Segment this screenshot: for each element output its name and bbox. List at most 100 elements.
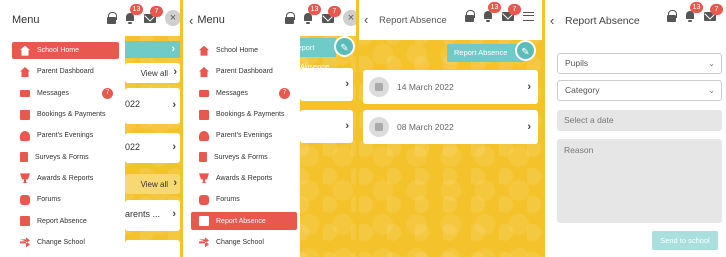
header-icons: 13 7 × [285,4,356,26]
page-title: Report Absence [379,15,447,26]
date-input[interactable]: Select a date [557,110,722,131]
lock-icon[interactable] [285,12,295,24]
menu-item-parent-dashboard[interactable]: Parent Dashboard [0,61,125,82]
list-item[interactable]: 022 › [125,133,180,163]
chevron-down-icon: ⌄ [708,86,715,95]
chevron-right-icon: › [171,43,175,55]
menu-item-school-home[interactable]: School Home [0,40,125,61]
menu-item-surveys-forms[interactable]: Surveys & Forms [183,146,300,167]
messages-badge: 7 [328,5,341,17]
menu-item-awards-reports[interactable]: Awards & Reports [0,168,125,189]
menu-item-label: Change School [37,238,85,246]
view-all-link[interactable]: View all [141,69,168,78]
menu-item-report-absence[interactable]: Report Absence [183,210,300,231]
menu-item-bookings-payments[interactable]: Bookings & Payments [183,104,300,125]
item-title-text: arents ... [125,209,161,219]
report-absence-button[interactable]: Report Absence [447,44,525,62]
menu-item-messages[interactable]: Messages 7 [183,83,300,104]
absence-date-card[interactable]: 14 March 2022 › [363,70,538,104]
messages-button[interactable]: 7 [502,3,521,21]
messages-badge: 7 [150,5,163,17]
date-card[interactable]: › [300,68,353,101]
menu-item-messages[interactable]: Messages 7 [0,83,125,104]
menu-item-forums[interactable]: Forums [0,189,125,210]
menu-drawer: ‹ Menu School Home Parent Dashboard Mess… [183,0,300,257]
report-absence-button[interactable]: Report Absence [292,38,336,71]
hamburger-menu-icon[interactable] [523,11,534,21]
mail-icon [20,89,30,97]
shuffle-icon [199,237,209,248]
menu-item-bookings-payments[interactable]: Bookings & Payments [0,104,125,125]
absence-date: 08 March 2022 [397,122,454,132]
notifications-button[interactable]: 13 [303,4,321,24]
edit-fab[interactable]: ✎ [334,36,355,57]
absence-date-card[interactable]: 08 March 2022 › [363,110,538,144]
page-title: Report Absence [565,15,640,27]
drawer-header: ‹ Menu [183,0,300,40]
absence-date: 14 March 2022 [397,82,454,92]
lock-icon[interactable] [667,10,677,22]
list-item[interactable]: arents ... › [125,200,180,231]
menu-list: School Home Parent Dashboard Messages 7 B… [183,40,300,253]
send-to-school-button[interactable]: Send to school [652,231,718,250]
messages-button[interactable]: 7 [322,5,341,23]
report-absence-form-screen: ‹ Report Absence 13 7 Pupils ⌄ Category … [545,0,726,257]
list-item[interactable] [125,240,180,257]
menu-item-change-school[interactable]: Change School [0,232,125,253]
menu-item-surveys-forms[interactable]: Surveys & Forms [0,146,125,167]
house-icon [20,45,30,56]
notifications-button[interactable]: 13 [685,2,703,22]
top-bar: ‹ Report Absence 13 7 [545,0,726,40]
messages-count-badge: 7 [102,87,113,99]
messages-count-badge: 7 [279,87,290,99]
back-icon[interactable]: ‹ [550,13,554,28]
menu-item-forums[interactable]: Forums [183,189,300,210]
menu-item-parents-evenings[interactable]: Parent's Evenings [183,125,300,146]
menu-item-label: Report Absence [216,217,266,225]
menu-item-label: Awards & Reports [216,174,273,182]
category-select[interactable]: Category ⌄ [557,80,722,101]
people-icon [199,130,209,141]
teal-banner[interactable]: › [125,41,180,58]
close-icon[interactable]: × [165,10,180,26]
chevron-right-icon: › [173,177,177,189]
close-icon[interactable]: × [343,10,356,26]
back-icon[interactable]: ‹ [364,12,368,27]
menu-item-label: Surveys & Forms [214,153,268,161]
lock-icon[interactable] [465,10,475,22]
calendar-icon [369,117,389,137]
lock-icon[interactable] [107,12,117,24]
menu-item-school-home[interactable]: School Home [183,40,300,61]
menu-item-label: Parent's Evenings [37,132,94,140]
edit-fab[interactable]: ✎ [515,40,536,61]
pupils-select[interactable]: Pupils ⌄ [557,53,722,74]
header-icons: 13 7 [667,2,723,22]
list-item[interactable]: 022 › [125,88,180,124]
date-card[interactable]: › [300,110,353,143]
menu-item-label: Bookings & Payments [216,111,285,119]
menu-item-awards-reports[interactable]: Awards & Reports [183,168,300,189]
menu-item-change-school[interactable]: Change School [183,232,300,253]
menu-item-report-absence[interactable]: Report Absence [0,210,125,231]
reason-textarea[interactable]: Reason [557,139,722,223]
menu-item-label: Forums [37,196,61,204]
notifications-badge: 13 [690,2,703,13]
notifications-button[interactable]: 13 [483,2,501,22]
back-icon[interactable]: ‹ [189,13,193,28]
chevron-right-icon: › [345,120,349,132]
house-icon [20,66,30,77]
menu-item-parent-dashboard[interactable]: Parent Dashboard [183,61,300,82]
messages-button[interactable]: 7 [144,5,163,23]
notifications-button[interactable]: 13 [125,4,143,24]
menu-item-label: Awards & Reports [37,174,94,182]
menu-item-label: Report Absence [37,217,87,225]
menu-screen-1: › View all › 022 › 022 › View all › aren… [0,0,180,257]
menu-drawer: Menu School Home Parent Dashboard Messag… [0,0,125,257]
messages-button[interactable]: 7 [704,3,723,21]
view-all-link[interactable]: View all [141,180,168,189]
menu-item-parents-evenings[interactable]: Parent's Evenings [0,125,125,146]
house-icon [199,45,209,56]
pupils-select-value: Pupils [565,58,589,68]
messages-badge: 7 [710,3,723,15]
section-header: View all › [125,174,180,194]
